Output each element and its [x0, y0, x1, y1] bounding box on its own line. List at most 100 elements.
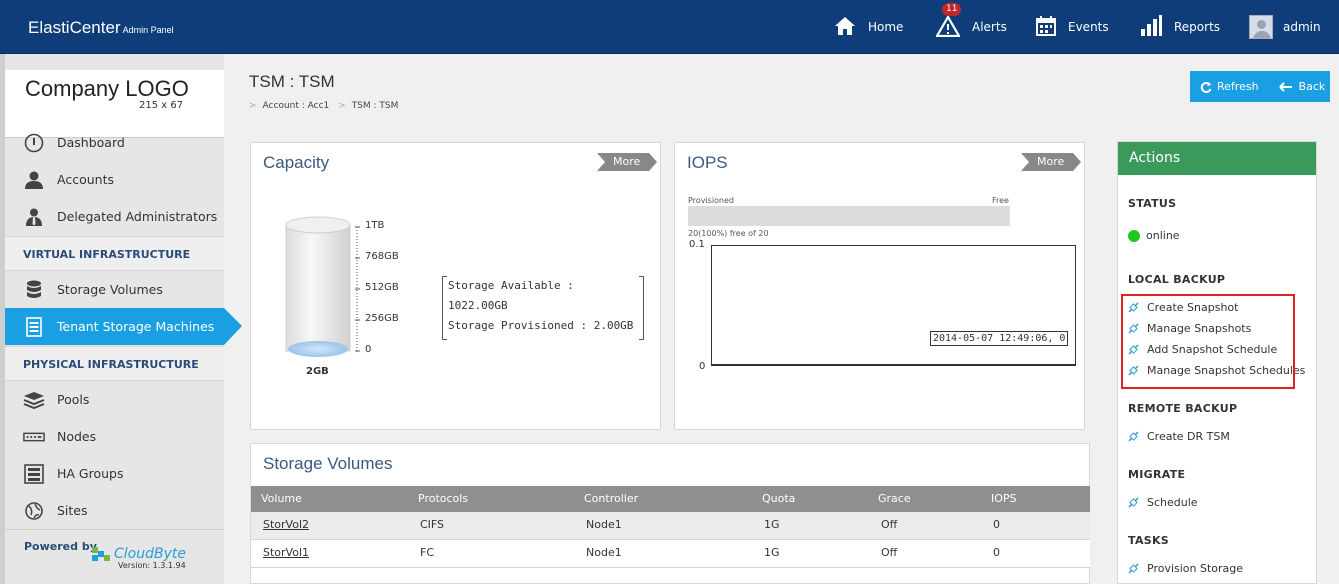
create-dr-tsm-link[interactable]: Create DR TSM [1128, 430, 1230, 443]
iops-usage-bar [688, 206, 1010, 226]
refresh-button[interactable]: Refresh [1200, 80, 1259, 93]
schedule-link[interactable]: Schedule [1128, 496, 1198, 509]
table-cell: Off [881, 546, 898, 559]
sidebar-item-storage-volumes[interactable]: Storage Volumes [5, 271, 224, 308]
sidebar-item-label: Delegated Administrators [57, 209, 218, 224]
capacity-panel: Capacity More 1TB 768GB 512GB 256GB 0 2G… [250, 142, 661, 430]
table-cell: Node1 [586, 546, 622, 559]
capacity-title: Capacity [263, 153, 330, 172]
database-icon [23, 280, 45, 300]
back-button[interactable]: Back [1278, 80, 1326, 93]
breadcrumb-account[interactable]: Account : Acc1 [263, 101, 330, 111]
table-row[interactable]: StorVol1 FC Node1 1G Off 0 [251, 540, 1090, 568]
bar-chart-icon [1140, 14, 1162, 40]
volume-link[interactable]: StorVol1 [263, 540, 309, 566]
server-rack-icon [23, 463, 45, 484]
alert-count-badge: 11 [942, 2, 962, 16]
sidebar-item-label: Tenant Storage Machines [57, 319, 215, 334]
username: admin [1283, 20, 1321, 34]
iops-panel: IOPS More Provisioned Free 20(100%) free… [674, 142, 1085, 430]
link-label: Schedule [1147, 496, 1198, 509]
sidebar-item-sites[interactable]: Sites [5, 492, 224, 529]
storage-volumes-title: Storage Volumes [263, 454, 393, 473]
page-title: TSM : TSM [249, 72, 335, 91]
breadcrumb-tsm[interactable]: TSM : TSM [352, 101, 399, 111]
home-icon [834, 16, 856, 39]
column-header[interactable]: Grace [878, 486, 911, 512]
breadcrumb-separator-icon: > [249, 101, 257, 111]
powered-by-label: Powered by [24, 540, 97, 553]
status-indicator: online [1128, 229, 1180, 242]
table-cell: 0 [993, 518, 1000, 531]
section-virtual-infrastructure: VIRTUAL INFRASTRUCTURE [5, 236, 224, 271]
globe-icon [23, 501, 45, 520]
sidebar-item-dashboard[interactable]: Dashboard [5, 124, 224, 161]
nav-reports-label: Reports [1174, 20, 1221, 34]
capacity-cylinder-gauge [285, 216, 360, 357]
iops-chart-area[interactable] [711, 245, 1076, 366]
column-header[interactable]: Volume [261, 486, 302, 512]
nav-user-menu[interactable]: admin [1249, 0, 1321, 54]
table-cell: 0 [993, 546, 1000, 559]
capacity-tick-label: 1TB [365, 220, 385, 231]
capacity-tick-label: 256GB [365, 313, 399, 324]
link-icon [1128, 431, 1140, 442]
column-header[interactable]: IOPS [991, 486, 1017, 512]
sidebar-item-label: Accounts [57, 172, 114, 187]
back-label: Back [1298, 80, 1326, 93]
table-cell: 1G [764, 546, 780, 559]
iops-tooltip: 2014-05-07 12:49:06, 0 [928, 330, 1070, 347]
status-value: online [1146, 229, 1180, 242]
iops-y-min: 0 [699, 361, 706, 372]
iops-y-max: 0.1 [689, 239, 705, 250]
sidebar-item-tenant-storage-machines[interactable]: Tenant Storage Machines [5, 308, 242, 345]
sidebar-item-label: Nodes [57, 429, 97, 444]
brand[interactable]: ElastiCenter Admin Panel [28, 18, 174, 38]
section-physical-infrastructure: PHYSICAL INFRASTRUCTURE [5, 346, 224, 381]
volume-link[interactable]: StorVol2 [263, 512, 309, 538]
table-cell: CIFS [420, 518, 445, 531]
version-label: Version: 1.3.1.94 [118, 561, 186, 570]
volumes-table-header: Volume Protocols Controller Quota Grace … [251, 486, 1090, 512]
provision-storage-link[interactable]: Provision Storage [1128, 562, 1243, 575]
table-cell: Off [881, 518, 898, 531]
status-heading: STATUS [1128, 197, 1177, 210]
iops-more-button[interactable]: More [1021, 153, 1081, 171]
iops-provisioned-label: Provisioned [688, 196, 735, 205]
sidebar-item-pools[interactable]: Pools [5, 381, 224, 418]
column-header[interactable]: Controller [584, 486, 638, 512]
table-row[interactable]: StorVol2 CIFS Node1 1G Off 0 [251, 512, 1090, 540]
storage-available: Storage Available : 1022.00GB [448, 279, 574, 312]
nav-events[interactable]: Events [1036, 0, 1109, 54]
sidebar-item-accounts[interactable]: Accounts [5, 161, 224, 198]
back-arrow-icon [1278, 81, 1292, 92]
page-actions-bar: Refresh Back [1190, 71, 1330, 102]
sidebar-item-ha-groups[interactable]: HA Groups [5, 455, 224, 492]
admin-icon [23, 208, 45, 226]
nav-home[interactable]: Home [834, 0, 903, 54]
capacity-tick-label: 0 [365, 344, 372, 355]
sidebar-item-nodes[interactable]: Nodes [5, 418, 224, 455]
sidebar-item-label: Storage Volumes [57, 282, 163, 297]
sidebar-item-label: Pools [57, 392, 90, 407]
table-cell: 1G [764, 518, 780, 531]
dashboard-icon [23, 133, 45, 153]
layers-icon [23, 391, 45, 409]
nav-reports[interactable]: Reports [1140, 0, 1220, 54]
capacity-more-button[interactable]: More [597, 153, 657, 171]
column-header[interactable]: Quota [762, 486, 795, 512]
column-header[interactable]: Protocols [418, 486, 468, 512]
nav-alerts-label: Alerts [972, 20, 1007, 34]
iops-title: IOPS [687, 153, 728, 172]
nav-alerts[interactable]: 11 Alerts [935, 0, 1007, 54]
table-cell: Node1 [586, 518, 622, 531]
logo-size: 215 x 67 [139, 100, 184, 111]
link-label: Create DR TSM [1147, 430, 1230, 443]
alert-icon: 11 [935, 2, 962, 40]
iops-free-label: Free [992, 196, 1009, 205]
link-label: Provision Storage [1147, 562, 1244, 575]
iops-free-caption: 20(100%) free of 20 [688, 229, 769, 238]
logo-title: Company LOGO [25, 76, 189, 101]
sidebar-item-delegated-admins[interactable]: Delegated Administrators [5, 198, 224, 235]
nav-home-label: Home [868, 20, 904, 34]
